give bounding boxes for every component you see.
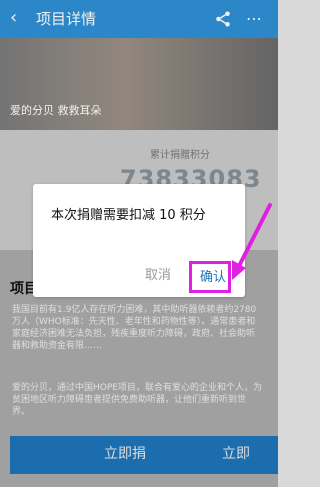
- confirm-dialog: 本次捐赠需要扣减 10 积分 取消 确认: [33, 184, 245, 297]
- confirm-highlight: 确认: [189, 261, 231, 293]
- confirm-button[interactable]: 确认: [200, 270, 226, 286]
- dialog-message: 本次捐赠需要扣减 10 积分: [51, 208, 206, 223]
- cancel-button[interactable]: 取消: [145, 268, 171, 284]
